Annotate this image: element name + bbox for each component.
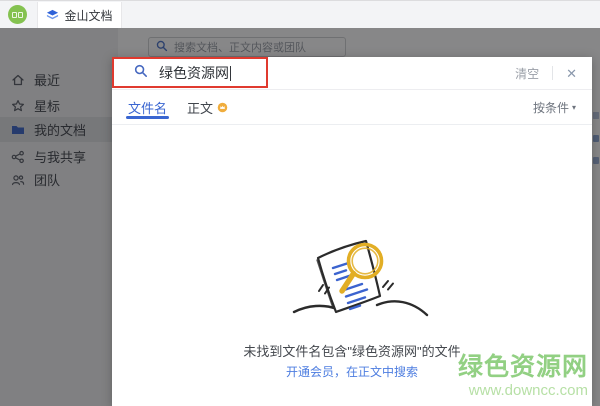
vip-badge-icon [217, 102, 228, 113]
tab-body-label: 正文 [187, 98, 213, 117]
watermark: 绿色资源网 www.downcc.com [458, 355, 588, 398]
filter-by-condition[interactable]: 按条件 ▾ [533, 99, 576, 116]
close-icon[interactable]: ✕ [566, 67, 577, 80]
search-panel: 绿色资源网 清空 ✕ 文件名 正文 按条件 [112, 57, 592, 406]
search-query-text[interactable]: 绿色资源网 [159, 63, 229, 83]
search-query-row[interactable]: 绿色资源网 清空 ✕ [112, 57, 592, 90]
avatar-glyph [12, 12, 17, 18]
avatar-glyph [18, 12, 23, 18]
tab-kingsoft-docs[interactable]: 金山文档 [37, 2, 122, 29]
top-tab-bar: 金山文档 [0, 0, 600, 28]
docs-logo-icon [46, 9, 59, 22]
tab-filename[interactable]: 文件名 [128, 90, 167, 125]
watermark-site-name: 绿色资源网 [458, 355, 588, 380]
tab-body-text[interactable]: 正文 [187, 90, 228, 125]
chevron-down-icon: ▾ [572, 103, 576, 112]
text-cursor [230, 66, 231, 81]
watermark-site-url: www.downcc.com [458, 383, 588, 398]
screen: 金山文档 最近 星标 [0, 0, 600, 406]
avatar[interactable] [8, 5, 27, 24]
tab-filename-label: 文件名 [128, 98, 167, 117]
clear-button[interactable]: 清空 [515, 65, 539, 82]
filter-label: 按条件 [533, 99, 569, 116]
empty-state-illustration [280, 228, 440, 338]
app-tab-label: 金山文档 [64, 7, 112, 24]
divider [552, 66, 553, 80]
result-tabs-row: 文件名 正文 按条件 ▾ [112, 90, 592, 125]
search-icon [134, 64, 148, 83]
